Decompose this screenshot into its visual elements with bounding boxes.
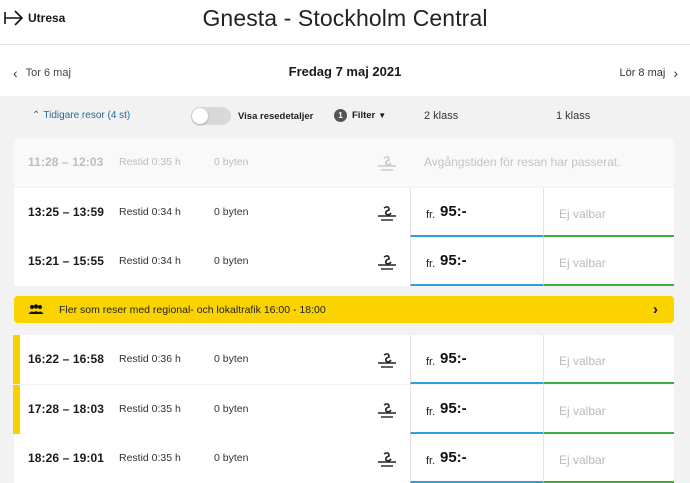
- crowding-flag: [13, 335, 20, 384]
- toggle-knob: [192, 108, 208, 124]
- first-class-unavailable: Ej valbar: [559, 256, 606, 270]
- trip-duration: Restid 0:34 h: [119, 206, 181, 218]
- trip-row[interactable]: 17:28 – 18:03 Restid 0:35 h 0 byten fr. …: [13, 385, 674, 434]
- price-amount: 95:-: [440, 449, 467, 466]
- price-prefix: fr.: [426, 406, 436, 418]
- trip-time: 18:26 – 19:01: [28, 451, 105, 465]
- trip-time: 16:22 – 16:58: [28, 352, 105, 366]
- departure-passed-message: Avgångstiden för resan har passerat.: [424, 155, 621, 169]
- price-prefix: fr.: [426, 455, 436, 467]
- sj-train-icon: [378, 156, 396, 171]
- next-day-label: Lör 8 maj: [619, 67, 666, 79]
- trip-duration: Restid 0:35 h: [119, 452, 181, 464]
- trip-duration: Restid 0:35 h: [119, 156, 181, 168]
- first-class-cell: Ej valbar: [543, 434, 674, 483]
- first-class-cell: Ej valbar: [543, 385, 674, 434]
- first-class-cell: Ej valbar: [543, 188, 674, 237]
- second-class-price-cell[interactable]: fr. 95:-: [410, 335, 543, 384]
- trip-time: 17:28 – 18:03: [28, 402, 105, 416]
- second-class-price-cell[interactable]: fr. 95:-: [410, 385, 543, 434]
- trip-row[interactable]: 15:21 – 15:55 Restid 0:34 h 0 byten fr. …: [14, 237, 674, 286]
- results-toolbar: ⌃ Tidigare resor (4 st) Visa resedetalje…: [0, 96, 690, 136]
- chevron-double-up-icon: ⌃: [32, 110, 41, 121]
- first-class-unavailable: Ej valbar: [559, 453, 606, 467]
- crowded-trains-banner[interactable]: Fler som reser med regional- och lokaltr…: [14, 296, 674, 323]
- first-class-header: 1 klass: [556, 110, 591, 122]
- trip-changes: 0 byten: [214, 206, 249, 218]
- sj-train-icon: [378, 206, 396, 221]
- chevron-right-icon: ›: [673, 65, 678, 81]
- trip-time: 15:21 – 15:55: [28, 254, 105, 268]
- trip-row[interactable]: 13:25 – 13:59 Restid 0:34 h 0 byten fr. …: [14, 188, 674, 237]
- trip-changes: 0 byten: [214, 403, 249, 415]
- banner-text: Fler som reser med regional- och lokaltr…: [59, 304, 326, 316]
- price-amount: 95:-: [440, 400, 467, 417]
- people-icon: [28, 304, 44, 314]
- trip-time: 11:28 – 12:03: [28, 155, 104, 169]
- sj-train-icon: [378, 353, 396, 368]
- second-class-price-cell[interactable]: fr. 95:-: [410, 188, 543, 237]
- filter-button[interactable]: 1 Filter ▼: [334, 109, 386, 122]
- price-prefix: fr.: [426, 258, 436, 270]
- trip-duration: Restid 0:36 h: [119, 353, 181, 365]
- chevron-right-icon: ›: [653, 301, 658, 318]
- date-navigation: ‹ Tor 6 maj Fredag 7 maj 2021 Lör 8 maj …: [0, 45, 690, 96]
- filter-count-badge: 1: [334, 109, 347, 122]
- price-amount: 95:-: [440, 350, 467, 367]
- trip-row[interactable]: 18:26 – 19:01 Restid 0:35 h 0 byten fr. …: [14, 434, 674, 483]
- sj-train-icon: [378, 255, 396, 270]
- price-prefix: fr.: [426, 209, 436, 221]
- first-class-unavailable: Ej valbar: [559, 354, 606, 368]
- price-prefix: fr.: [426, 356, 436, 368]
- caret-down-icon: ▼: [378, 111, 387, 120]
- trip-changes: 0 byten: [214, 255, 249, 267]
- trip-row[interactable]: 16:22 – 16:58 Restid 0:36 h 0 byten fr. …: [13, 335, 674, 384]
- current-date: Fredag 7 maj 2021: [288, 64, 402, 79]
- trip-changes: 0 byten: [214, 353, 249, 365]
- second-class-price-cell[interactable]: fr. 95:-: [410, 434, 543, 483]
- second-class-header: 2 klass: [424, 110, 459, 122]
- trip-duration: Restid 0:35 h: [119, 403, 181, 415]
- details-toggle-label: Visa resedetaljer: [238, 111, 314, 122]
- filter-label: Filter: [352, 110, 376, 121]
- trip-row-past: 11:28 – 12:03 Restid 0:35 h 0 byten Avgå…: [14, 138, 674, 187]
- price-amount: 95:-: [440, 252, 467, 269]
- trip-changes: 0 byten: [214, 452, 249, 464]
- price-amount: 95:-: [440, 203, 467, 220]
- next-day-button[interactable]: Lör 8 maj ›: [619, 65, 678, 81]
- trip-duration: Restid 0:34 h: [119, 255, 181, 267]
- trip-time: 13:25 – 13:59: [28, 205, 105, 219]
- first-class-cell: Ej valbar: [543, 335, 674, 384]
- page-title: Gnesta - Stockholm Central: [202, 5, 488, 31]
- sj-train-icon: [378, 452, 396, 467]
- details-toggle[interactable]: [191, 107, 231, 125]
- second-class-price-cell[interactable]: fr. 95:-: [410, 237, 543, 286]
- trip-changes: 0 byten: [214, 156, 249, 168]
- earlier-trips-link[interactable]: ⌃ Tidigare resor (4 st): [32, 110, 130, 121]
- first-class-unavailable: Ej valbar: [559, 207, 606, 221]
- earlier-trips-label: Tidigare resor (4 st): [43, 110, 131, 121]
- crowding-flag: [13, 385, 20, 434]
- first-class-unavailable: Ej valbar: [559, 404, 606, 418]
- first-class-cell: Ej valbar: [543, 237, 674, 286]
- top-bar: Utresa Gnesta - Stockholm Central: [0, 0, 690, 44]
- sj-train-icon: [378, 403, 396, 418]
